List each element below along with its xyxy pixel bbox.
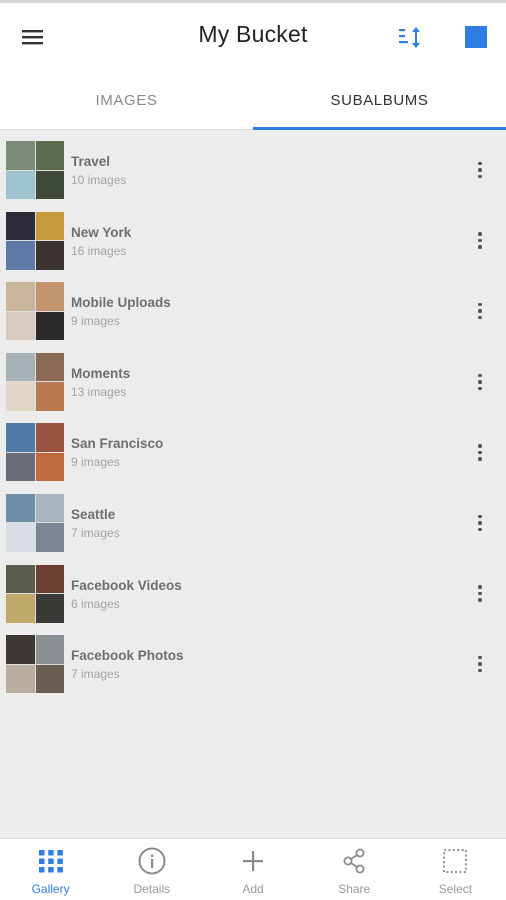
sort-icon[interactable] <box>394 19 430 55</box>
album-thumbnail <box>6 564 64 623</box>
thumb-tile <box>35 170 64 199</box>
thumb-tile <box>35 493 64 523</box>
thumb-tile <box>6 211 35 241</box>
list-item[interactable]: Mobile Uploads 9 images <box>0 275 506 346</box>
thumb-tile <box>6 282 35 311</box>
more-vert-icon[interactable] <box>470 370 490 394</box>
thumb-tile <box>6 635 35 664</box>
thumb-tile <box>6 493 35 523</box>
album-name: Travel <box>71 154 111 169</box>
thumb-tile <box>35 311 64 341</box>
thumb-tile <box>6 452 35 482</box>
thumb-tile <box>35 564 64 594</box>
nav-label: Details <box>133 882 171 896</box>
nav-details[interactable]: Details <box>101 839 202 900</box>
thumb-tile <box>6 141 35 170</box>
album-count: 10 images <box>71 173 127 187</box>
select-all-square-icon[interactable] <box>458 19 494 55</box>
album-thumbnail <box>6 423 64 482</box>
thumb-tile <box>35 211 64 241</box>
album-count: 7 images <box>71 525 120 540</box>
thumb-tile <box>6 382 35 411</box>
plus-icon <box>243 851 263 871</box>
album-thumbnail <box>6 635 64 694</box>
tab-images[interactable]: IMAGES <box>0 71 253 129</box>
album-count: 9 images <box>71 314 120 329</box>
thumb-tile <box>6 564 35 594</box>
nav-add[interactable]: Add <box>202 839 303 900</box>
album-name: San Francisco <box>71 436 164 452</box>
thumb-tile <box>6 311 35 341</box>
album-count: 13 images <box>71 384 127 399</box>
list-item[interactable]: San Francisco 9 images <box>0 416 506 487</box>
album-thumbnail <box>6 352 64 411</box>
thumb-tile <box>35 452 64 482</box>
nav-label: Share <box>338 882 371 896</box>
more-vert-icon[interactable] <box>470 652 490 676</box>
more-vert-icon[interactable] <box>470 299 490 323</box>
more-vert-icon[interactable] <box>470 440 490 464</box>
nav-label: Gallery <box>31 882 70 896</box>
thumb-tile <box>35 352 64 382</box>
list-item[interactable]: Facebook Videos 6 images <box>0 558 506 629</box>
more-vert-icon[interactable] <box>470 229 490 253</box>
more-vert-icon[interactable] <box>470 582 490 606</box>
list-item[interactable]: Travel 10 images <box>0 134 506 205</box>
thumb-tile <box>6 664 35 694</box>
thumb-tile <box>6 423 35 452</box>
album-count: 6 images <box>71 596 120 611</box>
thumb-tile <box>35 664 64 694</box>
album-count: 7 images <box>71 667 120 682</box>
tab-subalbums[interactable]: SUBALBUMS <box>253 71 506 130</box>
thumb-tile <box>35 282 64 311</box>
thumb-tile <box>6 523 35 552</box>
list-item[interactable]: Moments 13 images <box>0 346 506 417</box>
thumb-tile <box>6 594 35 623</box>
album-name: Moments <box>71 365 131 381</box>
album-thumbnail <box>6 211 64 270</box>
bottom-navigation: Gallery Details Add Share Select <box>0 838 506 900</box>
album-name: New York <box>71 224 132 240</box>
nav-label: Select <box>438 882 473 896</box>
album-count: 9 images <box>71 455 120 470</box>
thumb-tile <box>35 523 64 552</box>
nav-select[interactable]: Select <box>405 839 506 900</box>
thumb-tile <box>6 352 35 382</box>
album-name: Facebook Videos <box>71 577 182 593</box>
thumb-tile <box>35 423 64 452</box>
thumb-tile <box>35 635 64 664</box>
tab-bar: IMAGES SUBALBUMS <box>0 71 506 130</box>
thumb-tile <box>35 141 64 170</box>
nav-gallery[interactable]: Gallery <box>0 839 101 900</box>
album-thumbnail <box>6 282 64 341</box>
page-title: My Bucket <box>198 21 308 47</box>
album-name: Seattle <box>71 506 116 522</box>
album-name: Facebook Photos <box>71 648 184 664</box>
album-name: Mobile Uploads <box>71 295 171 311</box>
list-item[interactable]: New York 16 images <box>0 205 506 276</box>
select-icon <box>443 849 468 873</box>
album-count: 16 images <box>71 243 127 258</box>
thumb-tile <box>6 241 35 270</box>
thumb-tile <box>35 594 64 623</box>
nav-label: Add <box>242 882 264 896</box>
album-thumbnail <box>6 141 64 199</box>
thumb-tile <box>6 170 35 199</box>
thumb-tile <box>35 382 64 411</box>
list-item[interactable]: Seattle 7 images <box>0 487 506 558</box>
app-bar: My Bucket <box>0 3 506 71</box>
more-vert-icon[interactable] <box>470 511 490 535</box>
nav-share[interactable]: Share <box>304 839 405 900</box>
album-thumbnail <box>6 493 64 552</box>
info-icon <box>138 847 166 875</box>
share-icon <box>343 848 365 874</box>
grid-icon <box>38 850 63 873</box>
more-vert-icon[interactable] <box>470 158 490 182</box>
album-list: Travel 10 images New York 16 images Mobi… <box>0 134 506 699</box>
thumb-tile <box>35 241 64 270</box>
list-item[interactable]: Facebook Photos 7 images <box>0 628 506 699</box>
